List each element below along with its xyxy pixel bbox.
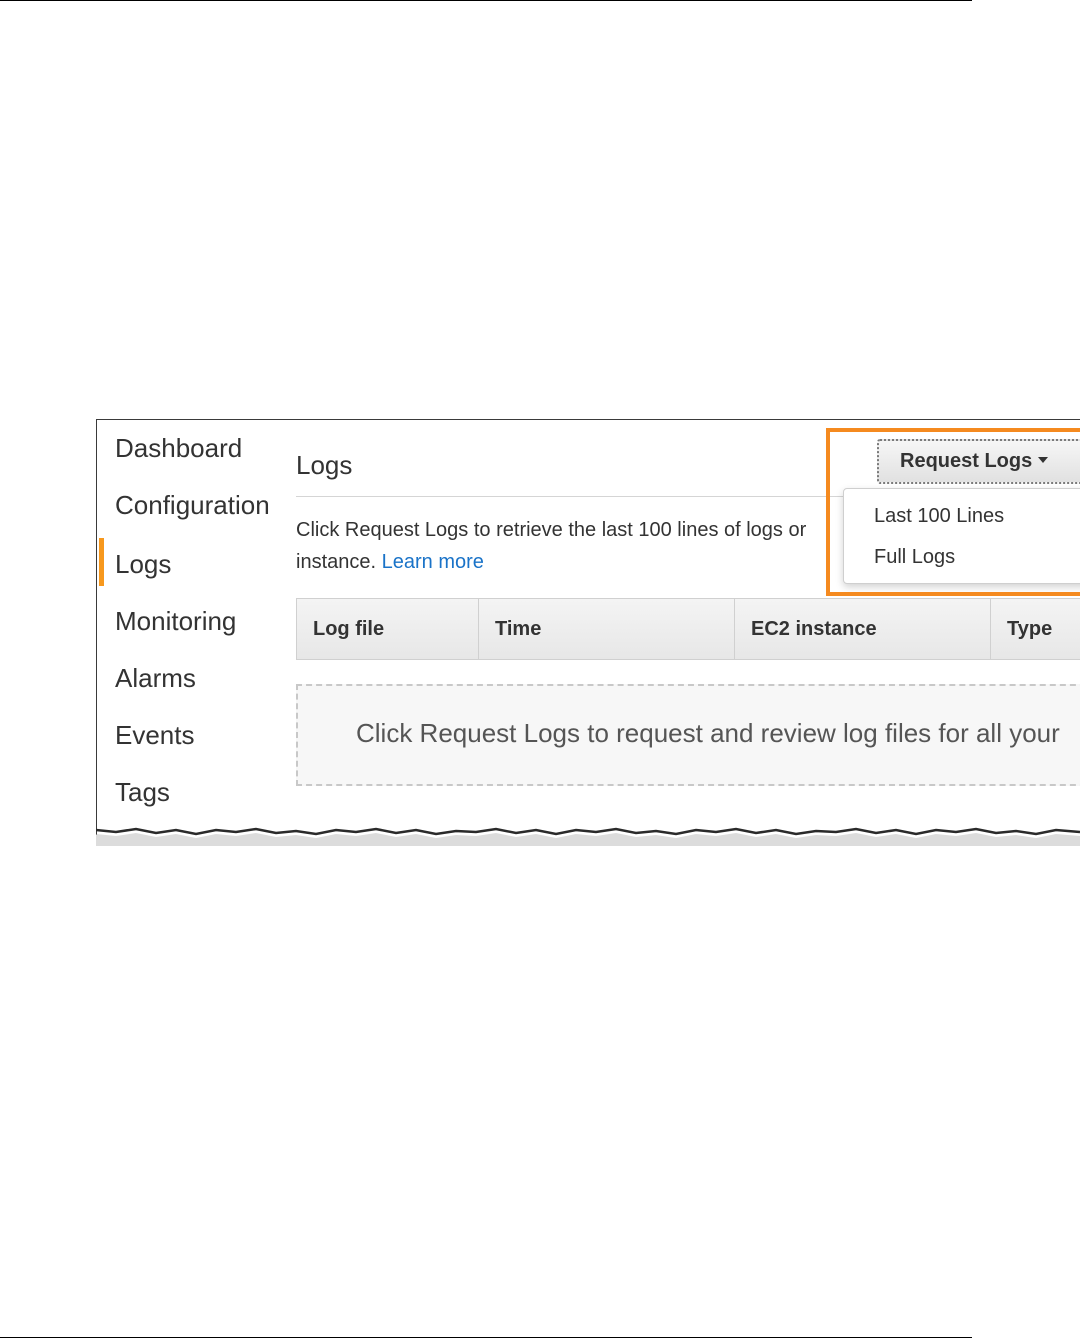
column-header-log-file[interactable]: Log file bbox=[297, 599, 479, 659]
active-indicator bbox=[99, 538, 104, 586]
sidebar-nav: Dashboard Configuration Logs Monitoring … bbox=[97, 420, 287, 835]
empty-state-message: Click Request Logs to request and review… bbox=[356, 718, 1060, 748]
description-text: Click Request Logs to retrieve the last … bbox=[296, 519, 807, 541]
column-header-type[interactable]: Type bbox=[991, 599, 1080, 659]
sidebar-item-monitoring[interactable]: Monitoring bbox=[115, 606, 236, 636]
page-top-rule bbox=[0, 0, 972, 1]
sidebar-item-events[interactable]: Events bbox=[115, 720, 195, 750]
logs-description: Click Request Logs to retrieve the last … bbox=[296, 514, 856, 578]
logs-table-header: Log file Time EC2 instance Type bbox=[296, 598, 1080, 660]
sidebar-item-logs[interactable]: Logs bbox=[115, 549, 171, 579]
column-header-ec2-instance[interactable]: EC2 instance bbox=[735, 599, 991, 659]
highlight-callout bbox=[826, 428, 1080, 596]
torn-edge-shadow bbox=[96, 827, 1080, 846]
console-screenshot: Dashboard Configuration Logs Monitoring … bbox=[96, 419, 1080, 835]
learn-more-link[interactable]: Learn more bbox=[382, 551, 484, 573]
document-page: Dashboard Configuration Logs Monitoring … bbox=[0, 0, 1080, 1339]
logs-empty-state: Click Request Logs to request and review… bbox=[296, 684, 1080, 786]
sidebar-item-alarms[interactable]: Alarms bbox=[115, 663, 196, 693]
page-bottom-rule bbox=[0, 1337, 972, 1338]
column-header-time[interactable]: Time bbox=[479, 599, 735, 659]
sidebar-item-tags[interactable]: Tags bbox=[115, 777, 170, 807]
description-text-line2: instance. bbox=[296, 551, 377, 573]
sidebar-item-configuration[interactable]: Configuration bbox=[115, 490, 270, 520]
page-title: Logs bbox=[296, 450, 353, 480]
sidebar-item-dashboard[interactable]: Dashboard bbox=[115, 433, 242, 463]
